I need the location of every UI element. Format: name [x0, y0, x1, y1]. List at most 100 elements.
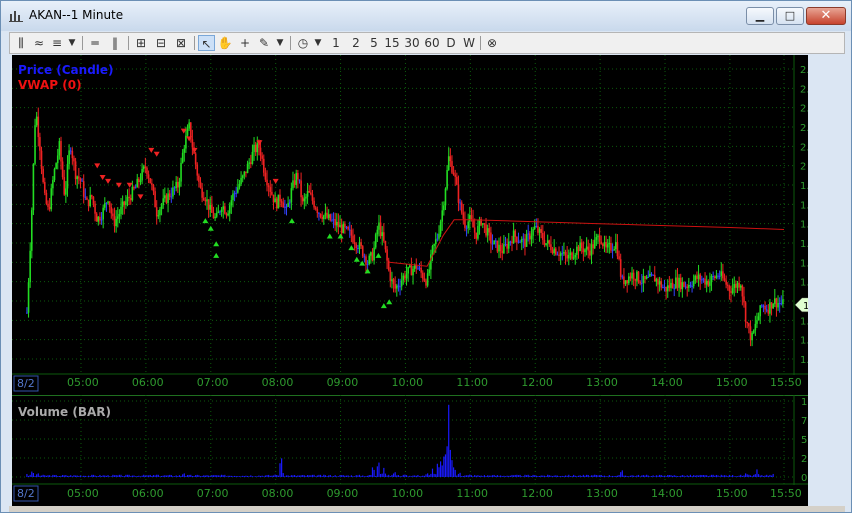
close-button[interactable]: ✕ — [806, 7, 846, 25]
price-pane[interactable]: 2.25 2.2 2.15 2.1 2.05 2 1.95 1.9 1.85 1.8 1.75 1.7… — [12, 55, 808, 395]
candle-body — [660, 281, 663, 288]
timeframe-5-button[interactable]: 5 — [367, 35, 381, 51]
timeframe-15-button[interactable]: 15 — [383, 35, 401, 51]
candle-body — [175, 181, 177, 189]
candle-body — [585, 246, 588, 250]
candle-body — [592, 244, 594, 249]
chart-area[interactable]: 2.25 2.2 2.15 2.1 2.05 2 1.95 1.9 1.85 1.8 1.75 1.7… — [12, 55, 808, 506]
zoom-in-icon[interactable]: ⊞ — [133, 35, 149, 51]
candle-body — [152, 184, 155, 192]
draw-dropdown-icon[interactable]: ▼ — [274, 35, 286, 51]
bar-style-icon[interactable]: ≡ — [49, 35, 65, 51]
candle-body — [71, 151, 74, 159]
interval-dropdown-icon[interactable]: ▼ — [312, 35, 324, 51]
candle-body — [267, 185, 270, 188]
timeframe-60-button[interactable]: 60 — [423, 35, 441, 51]
pointer-tool-icon[interactable]: ↖ — [198, 35, 215, 51]
candle-body — [102, 207, 104, 220]
candle-body — [374, 234, 377, 248]
candle-body — [447, 156, 450, 171]
candle-body — [516, 236, 518, 243]
candle-body — [454, 174, 457, 177]
candle-body — [188, 122, 190, 129]
candle-body — [353, 242, 356, 245]
candle-body — [60, 141, 62, 162]
candle-body — [613, 249, 615, 251]
candle-body — [280, 201, 283, 203]
line-style-icon[interactable]: ≈ — [31, 35, 47, 51]
last-price-label: 1.64 — [803, 301, 808, 312]
candle-body — [316, 209, 319, 214]
candle-body — [457, 184, 460, 203]
timeframe-2-button[interactable]: 2 — [349, 35, 363, 51]
clock-icon[interactable]: ◷ — [295, 35, 311, 51]
candle-body — [538, 228, 541, 233]
candle-body — [394, 284, 396, 289]
candle-body — [297, 173, 299, 180]
candle-body — [496, 240, 499, 252]
candle-body — [201, 187, 203, 198]
candle-body — [433, 244, 435, 246]
candle-body — [498, 244, 500, 252]
candle-body — [731, 288, 734, 294]
candle-body — [412, 268, 414, 276]
hand-tool-icon[interactable]: ✋ — [217, 35, 233, 51]
candle-body — [675, 277, 677, 289]
candle-body — [542, 232, 544, 240]
candle-body — [311, 194, 314, 201]
minimize-button[interactable]: ▁ — [746, 7, 774, 25]
candle-body — [389, 270, 392, 282]
vol-y-tick-label: 762.5K — [801, 416, 808, 427]
candle-body — [520, 238, 523, 243]
zoom-fit-icon[interactable]: ⊠ — [173, 35, 189, 51]
candle-style-icon[interactable]: ⫼ — [13, 35, 29, 51]
zoom-out-icon[interactable]: ⊟ — [153, 35, 169, 51]
candle-body — [709, 281, 711, 286]
candle-body — [245, 171, 247, 174]
y-tick-label: 2.1 — [800, 123, 808, 134]
candle-body — [360, 242, 362, 247]
timeframe-day-button[interactable]: D — [444, 35, 458, 51]
candle-body — [642, 276, 645, 284]
timeframe-week-button[interactable]: W — [461, 35, 477, 51]
candle-body — [671, 282, 674, 289]
status-strip — [9, 506, 845, 512]
horizontal-layout-icon[interactable]: ═ — [87, 35, 103, 51]
title-bar[interactable]: AKAN--1 Minute ▁ □ ✕ — [1, 1, 851, 31]
volume-pane[interactable]: 1.0M 762.5K 508.3K 254.2K 0 05:00 06:00 07:00 08… — [12, 395, 808, 506]
candle-body — [47, 203, 49, 207]
vol-x-tick-label: 14:00 — [651, 487, 683, 500]
candle-body — [87, 199, 90, 207]
sell-marker — [272, 178, 279, 184]
draw-tool-icon[interactable]: ✎ — [256, 35, 272, 51]
candle-body — [407, 266, 409, 274]
vertical-layout-icon[interactable]: ‖ — [107, 35, 123, 51]
candle-body — [503, 244, 505, 254]
candle-body — [164, 195, 166, 199]
candle-body — [264, 172, 267, 180]
candle-body — [183, 148, 186, 153]
maximize-button[interactable]: □ — [776, 7, 804, 25]
candle-body — [598, 235, 601, 242]
timeframe-30-button[interactable]: 30 — [403, 35, 421, 51]
candle-body — [506, 244, 508, 249]
candle-body — [572, 257, 575, 259]
candle-body — [342, 223, 345, 233]
timeframe-1-button[interactable]: 1 — [329, 35, 343, 51]
candle-body — [597, 235, 599, 238]
candle-body — [564, 251, 567, 256]
candle-body — [352, 235, 354, 243]
style-dropdown-icon[interactable]: ▼ — [66, 35, 78, 51]
candle-body — [441, 210, 444, 222]
crosshair-tool-icon[interactable]: + — [237, 35, 253, 51]
candle-body — [666, 285, 669, 292]
candle-body — [168, 193, 171, 197]
vol-y-tick-label: 0 — [801, 473, 807, 484]
candle-body — [689, 284, 692, 287]
candle-body — [250, 162, 252, 164]
candle-body — [490, 232, 492, 244]
candle-body — [465, 227, 468, 229]
candle-body — [554, 248, 557, 255]
candle-body — [425, 280, 427, 286]
cancel-circle-icon[interactable]: ⊗ — [484, 35, 500, 51]
